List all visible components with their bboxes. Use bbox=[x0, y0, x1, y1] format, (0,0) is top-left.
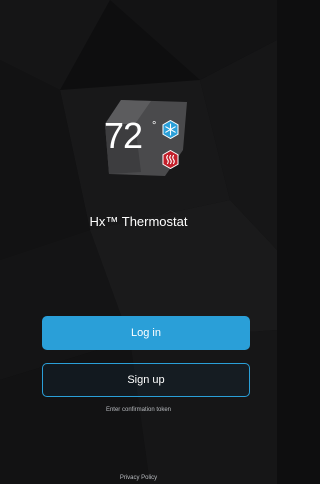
app-screen: 72 ° Hx™ Thermostat Log in Sign up Enter… bbox=[0, 0, 277, 484]
signup-button[interactable]: Sign up bbox=[42, 363, 250, 397]
enter-confirmation-token-link[interactable]: Enter confirmation token bbox=[0, 407, 277, 413]
degree-symbol: ° bbox=[152, 120, 157, 132]
app-title: Hx™ Thermostat bbox=[89, 214, 188, 229]
snowflake-icon bbox=[162, 120, 179, 139]
temperature-display: 72 bbox=[104, 115, 143, 156]
heat-wave-icon bbox=[162, 150, 179, 169]
login-button-label: Log in bbox=[131, 327, 161, 339]
privacy-policy-link[interactable]: Privacy Policy bbox=[0, 475, 277, 481]
login-button[interactable]: Log in bbox=[42, 316, 250, 350]
signup-button-label: Sign up bbox=[127, 374, 165, 386]
